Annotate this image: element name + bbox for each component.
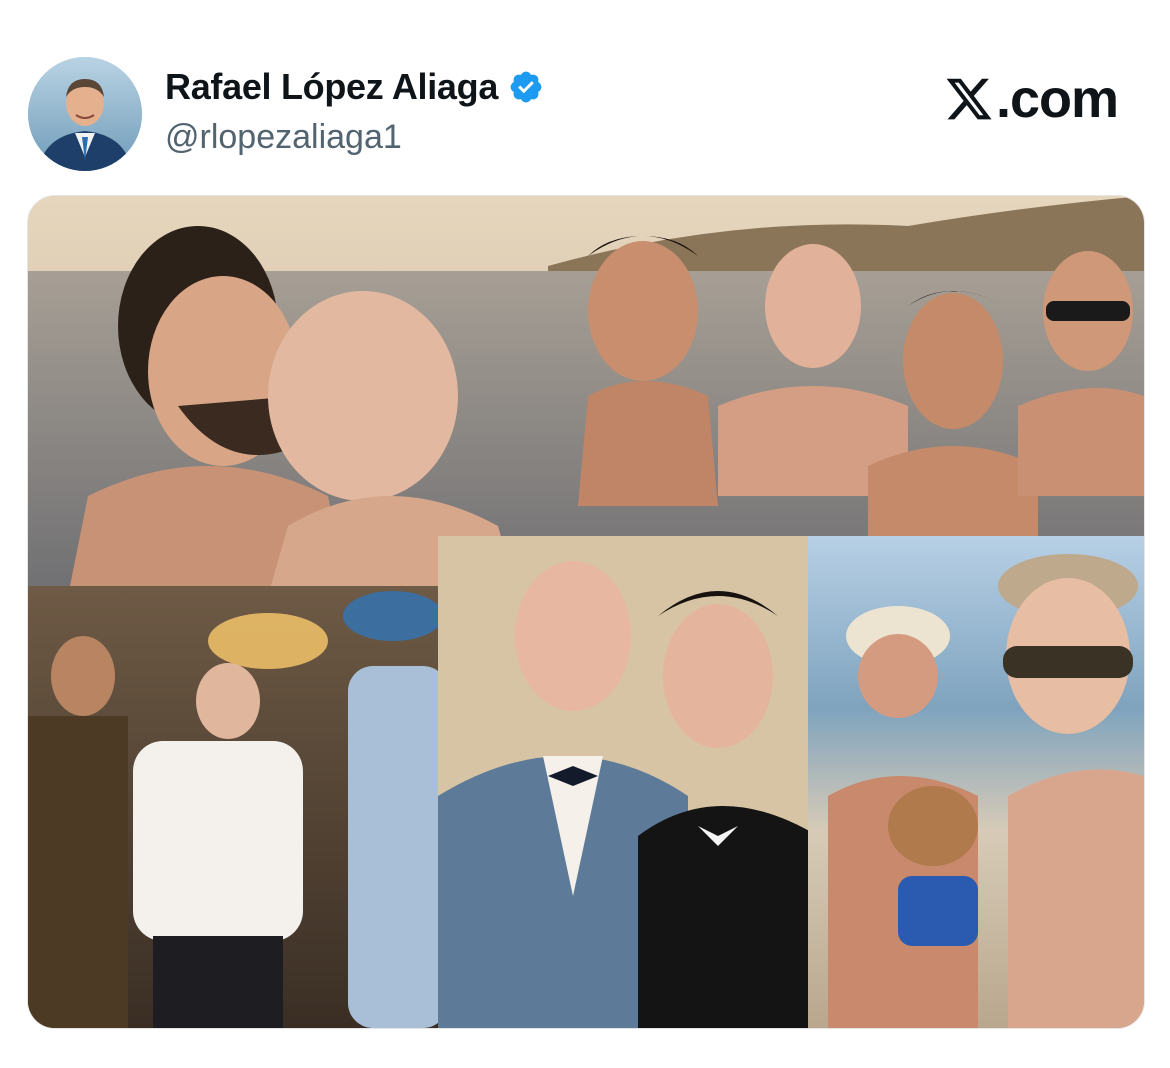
verified-badge-icon xyxy=(510,71,542,103)
tweet-header: Rafael López Aliaga @rlopezaliaga1 .com xyxy=(0,0,1170,190)
panel-party-room xyxy=(28,586,448,1028)
panel-beach-with-dogs xyxy=(808,536,1144,1028)
brand-domain-text: .com xyxy=(995,69,1119,129)
author-avatar[interactable] xyxy=(28,57,142,171)
author-display-name[interactable]: Rafael López Aliaga xyxy=(165,66,498,108)
brand-watermark: .com xyxy=(944,69,1119,129)
author-name-row[interactable]: Rafael López Aliaga xyxy=(165,66,544,108)
panel-formal-portrait xyxy=(438,536,838,1028)
tweet-media-photo[interactable] xyxy=(27,195,1145,1029)
author-handle[interactable]: @rlopezaliaga1 xyxy=(165,118,402,157)
x-logo-icon xyxy=(946,78,992,120)
